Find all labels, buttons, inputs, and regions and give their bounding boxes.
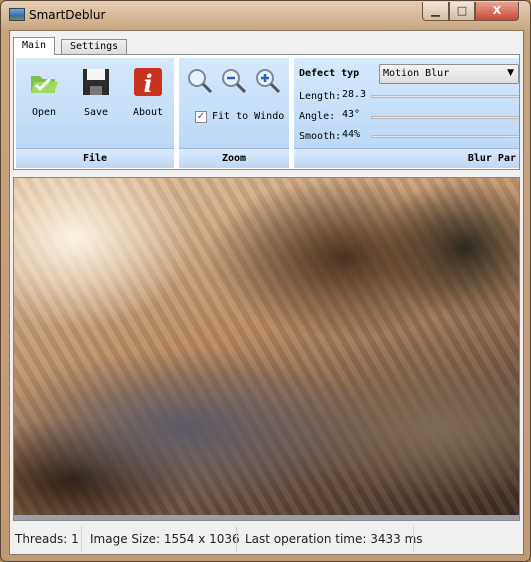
defect-type-label: Defect typ [299, 68, 360, 79]
horizontal-scrollbar[interactable] [14, 515, 519, 520]
angle-slider[interactable] [371, 116, 519, 119]
tab-settings[interactable]: Settings [61, 39, 128, 54]
about-label: About [132, 107, 164, 118]
zoom-in-icon[interactable] [255, 68, 281, 94]
info-icon: i [134, 68, 162, 98]
angle-label: Angle: [299, 111, 336, 122]
minimize-button[interactable]: ▁ [422, 2, 449, 21]
image-canvas[interactable] [13, 177, 520, 521]
about-button[interactable]: i About [126, 66, 170, 118]
maximize-button[interactable]: □ [449, 2, 475, 21]
defect-type-dropdown[interactable]: Motion Blur ▼ [379, 64, 519, 84]
app-window: SmartDeblur ▁ □ X Main Settings Open Sav… [0, 0, 531, 562]
save-label: Save [83, 107, 109, 118]
zoom-group: ✓ Fit to Windo Zoom [179, 58, 289, 168]
last-operation-status: Last operation time: 3433 ms [245, 532, 423, 546]
blur-group-label: Blur Par [294, 148, 519, 168]
app-icon [9, 8, 25, 21]
smooth-slider[interactable] [371, 135, 519, 138]
blur-params-group: Defect typ Motion Blur ▼ Length: 28.3 An… [294, 58, 519, 168]
length-slider[interactable] [371, 95, 519, 98]
status-bar: Threads: 1 Image Size: 1554 x 1036 Last … [10, 524, 523, 554]
image-size-status: Image Size: 1554 x 1036 [90, 532, 240, 546]
zoom-out-icon[interactable] [221, 68, 247, 94]
zoom-group-label: Zoom [179, 148, 289, 168]
floppy-save-icon [83, 69, 109, 95]
smooth-label: Smooth: [299, 131, 342, 142]
threads-status: Threads: 1 [15, 532, 79, 546]
smooth-value: 44% [342, 129, 361, 140]
open-label: Open [31, 107, 57, 118]
defect-type-value: Motion Blur [383, 68, 450, 79]
file-group: Open Save i About File [16, 58, 174, 168]
tab-main[interactable]: Main [13, 37, 56, 55]
fit-to-window-label: Fit to Windo [212, 111, 285, 122]
fit-to-window-checkbox[interactable]: ✓ [195, 111, 207, 123]
zoom-fit-icon[interactable] [187, 68, 213, 94]
open-button[interactable]: Open [22, 66, 66, 118]
length-label: Length: [299, 91, 342, 102]
client-area: Main Settings Open Save i About File ✓ F… [9, 30, 524, 555]
window-title: SmartDeblur [29, 8, 106, 22]
length-value: 28.3 [342, 89, 367, 100]
save-button[interactable]: Save [74, 66, 118, 118]
close-button[interactable]: X [475, 2, 519, 21]
svg-text:i: i [143, 69, 152, 98]
file-group-label: File [16, 148, 174, 168]
open-folder-icon [31, 76, 58, 93]
angle-value: 43° [342, 109, 361, 120]
chevron-down-icon: ▼ [507, 68, 514, 78]
ribbon: Open Save i About File ✓ Fit to Windo Zo… [13, 54, 520, 170]
